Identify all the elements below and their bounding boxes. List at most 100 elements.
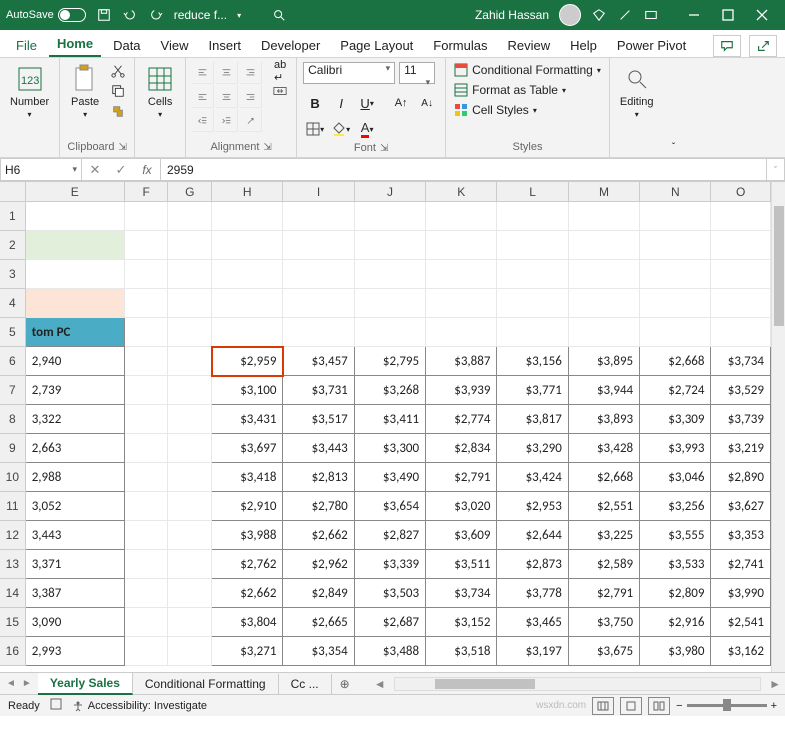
cell-I3[interactable] [283, 260, 354, 289]
row-header-4[interactable]: 4 [0, 289, 26, 318]
cell-J8[interactable]: $3,411 [355, 405, 426, 434]
column-header-G[interactable]: G [168, 182, 212, 202]
zoom-in-button[interactable]: + [771, 700, 777, 712]
cell-O11[interactable]: $3,627 [711, 492, 770, 521]
cut-icon[interactable] [108, 62, 128, 80]
align-left[interactable] [192, 86, 214, 108]
cell-N14[interactable]: $2,809 [640, 579, 711, 608]
row-header-9[interactable]: 9 [0, 434, 26, 463]
row-header-10[interactable]: 10 [0, 463, 26, 492]
accessibility-status[interactable]: Accessibility: Investigate [72, 700, 207, 712]
cell-L9[interactable]: $3,290 [497, 434, 568, 463]
search-icon[interactable] [271, 7, 287, 23]
cell-G9[interactable] [168, 434, 212, 463]
cell-M7[interactable]: $3,944 [569, 376, 640, 405]
orientation[interactable] [240, 110, 262, 132]
cell-J12[interactable]: $2,827 [355, 521, 426, 550]
brush-icon[interactable] [617, 7, 633, 23]
cell-K16[interactable]: $3,518 [426, 637, 497, 666]
cell-M8[interactable]: $3,893 [569, 405, 640, 434]
cell-J11[interactable]: $3,654 [355, 492, 426, 521]
cell-I4[interactable] [283, 289, 354, 318]
decrease-font-icon[interactable]: A↓ [415, 92, 439, 114]
cell-O3[interactable] [711, 260, 770, 289]
cell-N4[interactable] [640, 289, 711, 318]
autosave-toggle[interactable]: AutoSave [6, 8, 86, 22]
cell-L4[interactable] [497, 289, 568, 318]
cell-O9[interactable]: $3,219 [711, 434, 770, 463]
cell-E5[interactable]: tom PC [26, 318, 125, 347]
cell-F16[interactable] [125, 637, 169, 666]
cell-L13[interactable]: $2,873 [497, 550, 568, 579]
cell-O1[interactable] [711, 202, 770, 231]
cell-M2[interactable] [569, 231, 640, 260]
hscroll-left[interactable]: ◄ [370, 677, 390, 691]
increase-font-icon[interactable]: A↑ [389, 92, 413, 114]
add-sheet-button[interactable]: ⊕ [332, 677, 358, 691]
row-header-11[interactable]: 11 [0, 492, 26, 521]
cell-L11[interactable]: $2,953 [497, 492, 568, 521]
cell-L7[interactable]: $3,771 [497, 376, 568, 405]
cell-O7[interactable]: $3,529 [711, 376, 770, 405]
cell-I1[interactable] [283, 202, 354, 231]
cell-H7[interactable]: $3,100 [212, 376, 283, 405]
column-header-F[interactable]: F [125, 182, 169, 202]
zoom-slider[interactable] [687, 704, 767, 707]
formula-input[interactable]: 2959 [161, 158, 767, 181]
align-center[interactable] [216, 86, 238, 108]
cell-J13[interactable]: $3,339 [355, 550, 426, 579]
cell-G4[interactable] [168, 289, 212, 318]
cell-H6[interactable]: $2,959 [212, 347, 283, 376]
cell-N6[interactable]: $2,668 [640, 347, 711, 376]
decrease-indent[interactable] [192, 110, 214, 132]
cell-L10[interactable]: $3,424 [497, 463, 568, 492]
tab-developer[interactable]: Developer [253, 34, 328, 57]
font-launcher[interactable]: ⇲ [380, 143, 388, 154]
name-box[interactable]: H6 [0, 158, 82, 181]
underline-button[interactable]: U ▾ [355, 92, 379, 114]
cell-J10[interactable]: $3,490 [355, 463, 426, 492]
accept-formula-icon[interactable]: ✓ [108, 162, 134, 178]
comments-button[interactable] [713, 35, 741, 57]
tab-review[interactable]: Review [499, 34, 558, 57]
format-painter-icon[interactable] [108, 102, 128, 120]
undo-icon[interactable] [122, 7, 138, 23]
tab-page-layout[interactable]: Page Layout [332, 34, 421, 57]
save-icon[interactable] [96, 7, 112, 23]
cancel-formula-icon[interactable]: ✕ [82, 162, 108, 178]
cell-H13[interactable]: $2,762 [212, 550, 283, 579]
cell-E8[interactable]: 3,322 [26, 405, 125, 434]
cell-G14[interactable] [168, 579, 212, 608]
cell-F9[interactable] [125, 434, 169, 463]
cell-G11[interactable] [168, 492, 212, 521]
cell-J5[interactable] [355, 318, 426, 347]
row-header-5[interactable]: 5 [0, 318, 26, 347]
cell-F7[interactable] [125, 376, 169, 405]
cell-K12[interactable]: $3,609 [426, 521, 497, 550]
cell-E4[interactable] [26, 289, 125, 318]
cell-K11[interactable]: $3,020 [426, 492, 497, 521]
cell-N15[interactable]: $2,916 [640, 608, 711, 637]
cell-E1[interactable] [26, 202, 125, 231]
select-all-triangle[interactable] [0, 182, 26, 202]
cell-E15[interactable]: 3,090 [26, 608, 125, 637]
cell-O12[interactable]: $3,353 [711, 521, 770, 550]
row-header-13[interactable]: 13 [0, 550, 26, 579]
column-header-J[interactable]: J [355, 182, 426, 202]
cell-G15[interactable] [168, 608, 212, 637]
cell-M3[interactable] [569, 260, 640, 289]
tab-insert[interactable]: Insert [201, 34, 250, 57]
cell-N5[interactable] [640, 318, 711, 347]
cell-L3[interactable] [497, 260, 568, 289]
cell-N10[interactable]: $3,046 [640, 463, 711, 492]
cell-E9[interactable]: 2,663 [26, 434, 125, 463]
cell-I14[interactable]: $2,849 [283, 579, 354, 608]
cell-F8[interactable] [125, 405, 169, 434]
cell-G2[interactable] [168, 231, 212, 260]
cell-H2[interactable] [212, 231, 283, 260]
cell-H10[interactable]: $3,418 [212, 463, 283, 492]
cell-M9[interactable]: $3,428 [569, 434, 640, 463]
cell-I5[interactable] [283, 318, 354, 347]
cell-F13[interactable] [125, 550, 169, 579]
italic-button[interactable]: I [329, 92, 353, 114]
